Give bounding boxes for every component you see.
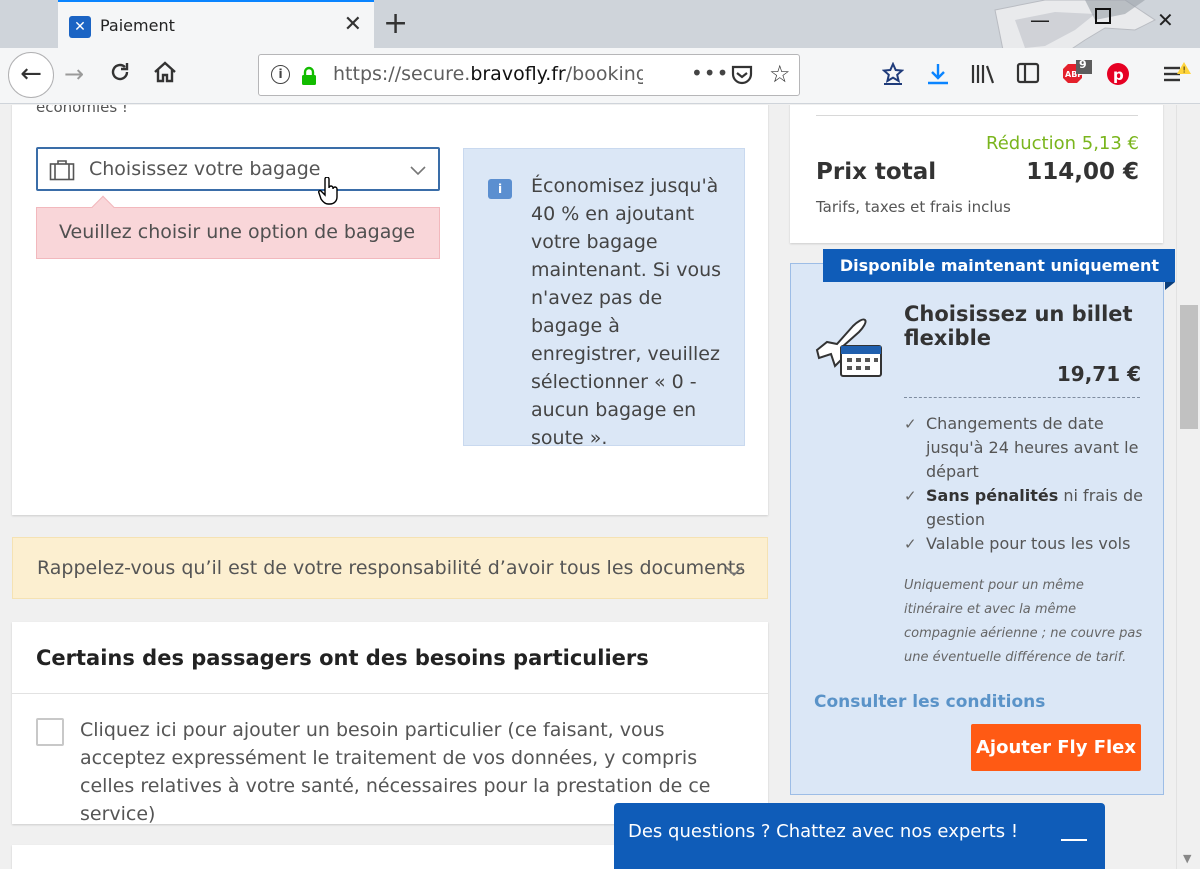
maximize-icon[interactable] bbox=[1094, 6, 1112, 30]
flex-feature: ✓ Valable pour tous les vols bbox=[904, 532, 1144, 556]
tab-close-icon[interactable]: ✕ bbox=[344, 12, 362, 37]
savings-text: économies ! bbox=[36, 105, 128, 116]
adblock-badge: 9 bbox=[1079, 58, 1087, 71]
baggage-card: économies ! Choisissez votre bagage Veui… bbox=[12, 105, 768, 515]
lock-icon bbox=[302, 66, 316, 85]
navigation-bar: ← → i https://secure.bravofly.fr/booking… bbox=[0, 48, 1200, 104]
site-info-icon[interactable]: i bbox=[271, 65, 290, 84]
divider bbox=[12, 693, 768, 694]
flex-title: Choisissez un billet flexible bbox=[904, 302, 1133, 350]
flex-conditions-note: Uniquement pour un même itinéraire et av… bbox=[904, 578, 1143, 665]
tax-note: Tarifs, taxes et frais inclus bbox=[816, 198, 1011, 216]
svg-text:p: p bbox=[1113, 66, 1124, 84]
star-icon[interactable]: ☆ bbox=[769, 60, 791, 88]
hand-cursor-icon bbox=[318, 176, 340, 209]
add-fly-flex-button[interactable]: Ajouter Fly Flex bbox=[971, 724, 1141, 771]
check-icon: ✓ bbox=[904, 415, 917, 433]
chevron-down-icon bbox=[410, 161, 426, 180]
new-tab-icon[interactable]: + bbox=[383, 6, 408, 41]
documents-reminder[interactable]: Rappelez-vous qu’il est de votre respons… bbox=[12, 537, 768, 599]
plane-calendar-icon bbox=[813, 312, 883, 382]
sidebar-icon[interactable] bbox=[1016, 62, 1040, 88]
check-icon: ✓ bbox=[904, 487, 917, 505]
page-actions-icon[interactable]: ••• bbox=[691, 61, 729, 85]
url-text[interactable]: https://secure.bravofly.fr/booking/fl bbox=[333, 63, 643, 85]
special-needs-title: Certains des passagers ont des besoins p… bbox=[36, 646, 649, 670]
banner-fold bbox=[1165, 282, 1175, 290]
tab-bar: ✕ Paiement ✕ + — ✕ bbox=[0, 0, 1200, 71]
scroll-down-icon[interactable]: ▼ bbox=[1183, 852, 1191, 865]
price-summary-card: Réduction 5,13 € Prix total 114,00 € Tar… bbox=[790, 105, 1163, 243]
reminder-text: Rappelez-vous qu’il est de votre respons… bbox=[37, 557, 746, 579]
home-icon[interactable] bbox=[152, 60, 178, 90]
total-price-value: 114,00 € bbox=[1026, 159, 1139, 185]
chat-widget[interactable]: Des questions ? Chattez avec nos experts… bbox=[614, 803, 1105, 869]
minimize-icon[interactable]: — bbox=[1030, 8, 1050, 32]
flex-feature: ✓ Changements de date jusqu'à 24 heures a… bbox=[904, 414, 1139, 481]
chat-text: Des questions ? Chattez avec nos experts… bbox=[628, 821, 1019, 842]
baggage-error-text: Veuillez choisir une option de bagage bbox=[59, 221, 416, 243]
dashed-divider bbox=[904, 397, 1140, 398]
reload-icon[interactable] bbox=[108, 60, 132, 90]
window-close-icon[interactable]: ✕ bbox=[1157, 8, 1174, 32]
forward-icon[interactable]: → bbox=[64, 60, 84, 88]
divider bbox=[816, 115, 1138, 116]
view-conditions-link[interactable]: Consulter les conditions bbox=[814, 692, 1045, 712]
baggage-select[interactable]: Choisissez votre bagage bbox=[36, 147, 440, 191]
baggage-info-text: Économisez jusqu'à 40 % en ajoutant votr… bbox=[531, 175, 722, 449]
baggage-info-box: i Économisez jusqu'à 40 % en ajoutant vo… bbox=[463, 148, 745, 449]
menu-icon[interactable]: ! bbox=[1162, 62, 1192, 90]
total-price-label: Prix total bbox=[816, 159, 937, 185]
browser-tab[interactable]: ✕ Paiement ✕ bbox=[58, 0, 374, 48]
svg-text:!: ! bbox=[1183, 66, 1186, 75]
adblock-icon[interactable]: ABP 9 bbox=[1060, 58, 1094, 92]
special-needs-checkbox[interactable] bbox=[36, 718, 64, 746]
flex-feature: ✓ Sans pénalités ni frais de gestion bbox=[904, 486, 1143, 529]
fly-flex-card: Disponible maintenant uniquement Choisis… bbox=[790, 249, 1175, 795]
baggage-select-label: Choisissez votre bagage bbox=[89, 158, 321, 180]
bravofly-favicon-icon: ✕ bbox=[69, 16, 91, 38]
check-icon: ✓ bbox=[904, 535, 917, 553]
page-content: économies ! Choisissez votre bagage Veui… bbox=[0, 105, 1176, 869]
library-icon[interactable] bbox=[970, 62, 996, 90]
scrollbar-thumb[interactable] bbox=[1180, 305, 1198, 429]
special-needs-card: Certains des passagers ont des besoins p… bbox=[12, 622, 768, 825]
tab-title: Paiement bbox=[100, 16, 175, 35]
flex-banner: Disponible maintenant uniquement bbox=[822, 249, 1175, 282]
chevron-down-icon[interactable] bbox=[725, 562, 743, 581]
baggage-error-message: Veuillez choisir une option de bagage bbox=[36, 195, 440, 259]
reduction-amount: Réduction 5,13 € bbox=[986, 133, 1139, 154]
minimize-chat-icon[interactable] bbox=[1061, 839, 1087, 841]
url-bar[interactable]: i https://secure.bravofly.fr/booking/fl … bbox=[258, 54, 800, 96]
flex-price: 19,71 € bbox=[1056, 362, 1141, 386]
back-icon[interactable]: ← bbox=[8, 52, 54, 98]
info-icon: i bbox=[488, 179, 512, 199]
page-scrollbar[interactable]: ▼ bbox=[1176, 105, 1200, 869]
flex-features: ✓ Changements de date jusqu'à 24 heures a… bbox=[904, 412, 1144, 556]
download-icon[interactable] bbox=[926, 62, 950, 90]
pocket-icon[interactable] bbox=[731, 65, 753, 89]
suitcase-icon bbox=[49, 159, 75, 185]
error-caret bbox=[91, 195, 115, 219]
bookmark-star-icon[interactable] bbox=[881, 61, 905, 90]
pinterest-icon[interactable]: p bbox=[1106, 62, 1130, 90]
